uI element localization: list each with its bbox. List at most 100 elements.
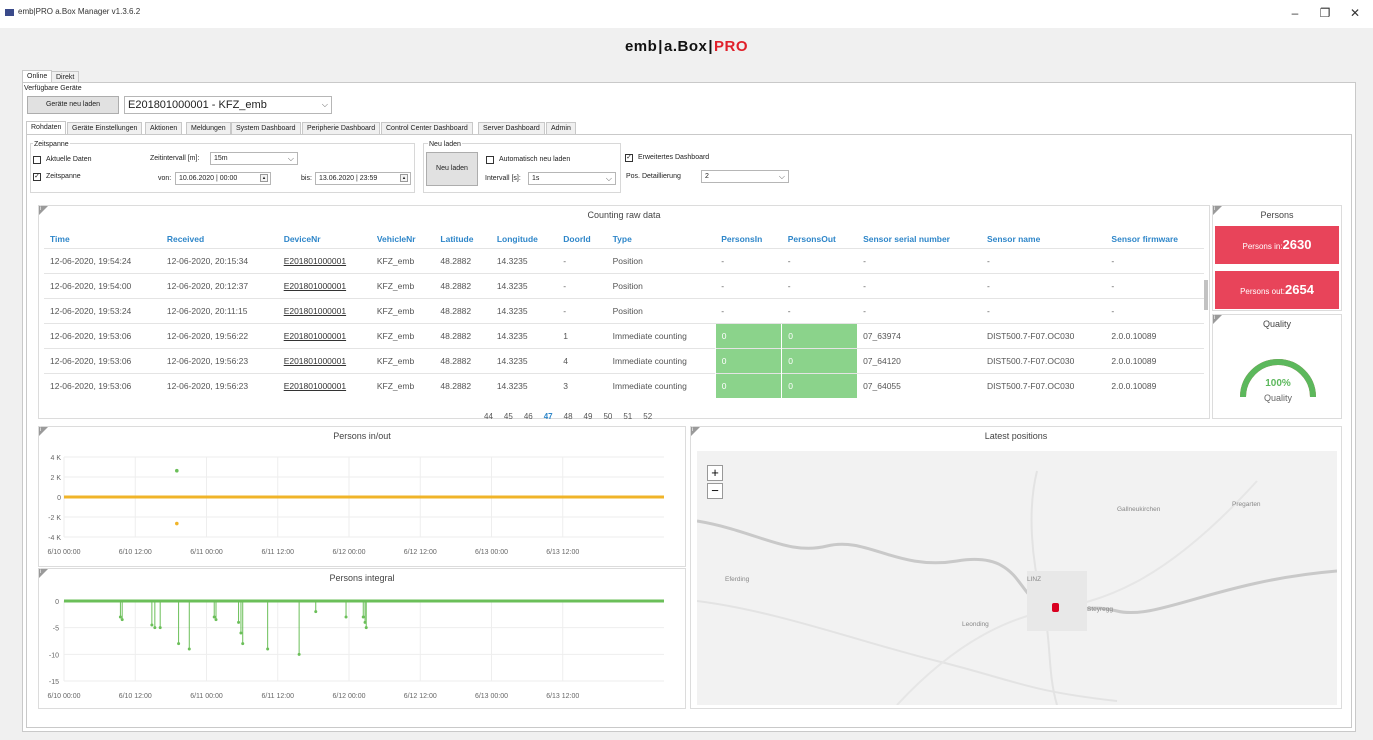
tab-control-center-dashboard[interactable]: Control Center Dashboard — [381, 122, 473, 134]
table-cell[interactable]: E201801000001 — [277, 272, 371, 298]
calendar-spin-icon[interactable]: ▴ — [400, 174, 408, 182]
table-scrollbar[interactable] — [1204, 280, 1208, 310]
x-tick-label: 6/10 00:00 — [47, 549, 80, 556]
zeitintervall-label: Zeitintervall [m]: — [150, 155, 200, 162]
column-header[interactable]: Time — [44, 231, 161, 248]
pos-detaillierung-value: 2 — [705, 173, 709, 180]
table-cell: 1 — [557, 322, 607, 348]
page-link[interactable]: 50 — [603, 412, 612, 421]
column-header[interactable]: Type — [607, 231, 716, 248]
integral-drop-point — [266, 647, 270, 651]
y-tick-label: -5 — [53, 626, 59, 633]
neu-laden-button[interactable]: Neu laden — [426, 152, 478, 186]
von-datetime-input[interactable]: 10.06.2020 | 00:00 ▴ — [175, 172, 271, 185]
integral-drop-point — [297, 652, 301, 656]
integral-drop-point — [120, 618, 124, 622]
table-row[interactable]: 12-06-2020, 19:53:24 12-06-2020, 20:11:15… — [44, 297, 1204, 323]
chevron-down-icon: ⌵ — [321, 100, 328, 109]
calendar-spin-icon[interactable]: ▴ — [260, 174, 268, 182]
y-tick-label: -10 — [49, 652, 59, 659]
column-header[interactable]: Longitude — [491, 231, 557, 248]
table-row[interactable]: 12-06-2020, 19:53:06 12-06-2020, 19:56:22… — [44, 322, 1204, 348]
table-cell: 0 — [781, 322, 858, 348]
quality-gauge: 100% Quality — [1240, 359, 1316, 403]
logo-separator: | — [708, 38, 714, 55]
pos-detaillierung-select[interactable]: 2 ⌵ — [701, 170, 789, 183]
auto-reload-checkbox[interactable] — [486, 156, 494, 164]
table-cell[interactable]: E201801000001 — [277, 372, 371, 398]
erweitertes-dashboard-checkbox[interactable]: ✓ — [625, 154, 633, 162]
column-header[interactable]: Sensor serial number — [857, 231, 981, 248]
table-cell: Immediate counting — [606, 372, 716, 398]
map-canvas[interactable]: Gallneukirchen Pregarten Eferding LINZ Steyr… — [697, 451, 1337, 705]
page-link[interactable]: 49 — [584, 412, 593, 421]
tab-peripherie-dashboard[interactable]: Peripherie Dashboard — [302, 122, 381, 134]
zeitspanne-checkbox[interactable]: ✓ — [33, 173, 41, 181]
bis-datetime-input[interactable]: 13.06.2020 | 23:59 ▴ — [315, 172, 411, 185]
maximize-button[interactable]: ❐ — [1314, 4, 1336, 22]
persons-out-point — [175, 521, 179, 526]
map-zoom-in-button[interactable]: + — [707, 465, 723, 481]
table-cell: 48.2882 — [434, 247, 491, 273]
column-header[interactable]: Received — [161, 231, 278, 248]
vehicle-position-marker[interactable] — [1052, 603, 1059, 612]
map-title: Latest positions — [984, 431, 1048, 441]
table-row[interactable]: 12-06-2020, 19:54:24 12-06-2020, 20:15:34… — [44, 247, 1204, 273]
x-tick-label: 6/12 00:00 — [332, 549, 365, 556]
table-cell: 12-06-2020, 19:54:00 — [44, 272, 161, 298]
table-cell: - — [1105, 297, 1204, 323]
tab-geräte-einstellungen[interactable]: Geräte Einstellungen — [67, 122, 143, 134]
x-tick-label: 6/10 12:00 — [119, 549, 152, 556]
table-cell: KFZ_emb — [370, 272, 435, 298]
page-link[interactable]: 45 — [504, 412, 513, 421]
page-link[interactable]: 47 — [544, 412, 553, 421]
integral-drop-point — [158, 626, 162, 630]
pos-detaillierung-label: Pos. Detaillierung — [626, 173, 681, 180]
close-button[interactable]: ✕ — [1344, 4, 1366, 22]
page-link[interactable]: 51 — [623, 412, 632, 421]
table-row[interactable]: 12-06-2020, 19:54:00 12-06-2020, 20:12:37… — [44, 272, 1204, 298]
table-cell: 48.2882 — [434, 372, 491, 398]
table-row[interactable]: 12-06-2020, 19:53:06 12-06-2020, 19:56:23… — [44, 347, 1204, 373]
device-select[interactable]: E201801000001 - KFZ_emb ⌵ — [124, 96, 332, 114]
tab-meldungen[interactable]: Meldungen — [186, 122, 231, 134]
aktuelle-daten-checkbox[interactable] — [33, 156, 41, 164]
tab-server-dashboard[interactable]: Server Dashboard — [478, 122, 545, 134]
table-cell[interactable]: E201801000001 — [277, 322, 371, 348]
column-header[interactable]: PersonsIn — [715, 231, 782, 248]
table-cell[interactable]: E201801000001 — [277, 347, 371, 373]
column-header[interactable]: Sensor firmware — [1105, 231, 1204, 248]
page-link[interactable]: 48 — [564, 412, 573, 421]
column-header[interactable]: DoorId — [557, 231, 606, 248]
persons-widget: i Persons Persons in:2630 Persons out:26… — [1212, 205, 1342, 311]
chevron-down-icon: ⌵ — [605, 174, 612, 183]
table-cell[interactable]: E201801000001 — [277, 297, 371, 323]
minimize-button[interactable]: – — [1284, 4, 1306, 22]
column-header[interactable]: Sensor name — [981, 231, 1105, 248]
column-header[interactable]: Latitude — [434, 231, 490, 248]
page-link[interactable]: 46 — [524, 412, 533, 421]
y-tick-label: -4 K — [48, 535, 61, 542]
tab-system-dashboard[interactable]: System Dashboard — [231, 122, 301, 134]
zeitspanne-check-label: Zeitspanne — [46, 173, 81, 180]
intervall-select[interactable]: 1s ⌵ — [528, 172, 616, 185]
quality-widget: i Quality 100% Quality — [1212, 314, 1342, 419]
map-zoom-out-button[interactable]: − — [707, 483, 723, 499]
table-cell: 07_64120 — [857, 347, 981, 373]
tab-rohdaten[interactable]: Rohdaten — [26, 121, 67, 134]
column-header[interactable]: VehicleNr — [371, 231, 435, 248]
table-cell[interactable]: E201801000001 — [277, 247, 371, 273]
table-row[interactable]: 12-06-2020, 19:53:06 12-06-2020, 19:56:23… — [44, 372, 1204, 398]
page-link[interactable]: 52 — [643, 412, 652, 421]
column-header[interactable]: DeviceNr — [278, 231, 371, 248]
table-cell: - — [1105, 247, 1204, 273]
zeitintervall-select[interactable]: 15m ⌵ — [210, 152, 298, 165]
page-link[interactable]: 44 — [484, 412, 493, 421]
y-tick-label: 2 K — [50, 475, 61, 482]
table-cell: 14.3235 — [490, 372, 558, 398]
reload-devices-button[interactable]: Geräte neu laden — [27, 96, 119, 114]
tab-admin[interactable]: Admin — [546, 122, 576, 134]
tab-aktionen[interactable]: Aktionen — [145, 122, 183, 134]
table-cell: 14.3235 — [490, 247, 558, 273]
column-header[interactable]: PersonsOut — [782, 231, 857, 248]
